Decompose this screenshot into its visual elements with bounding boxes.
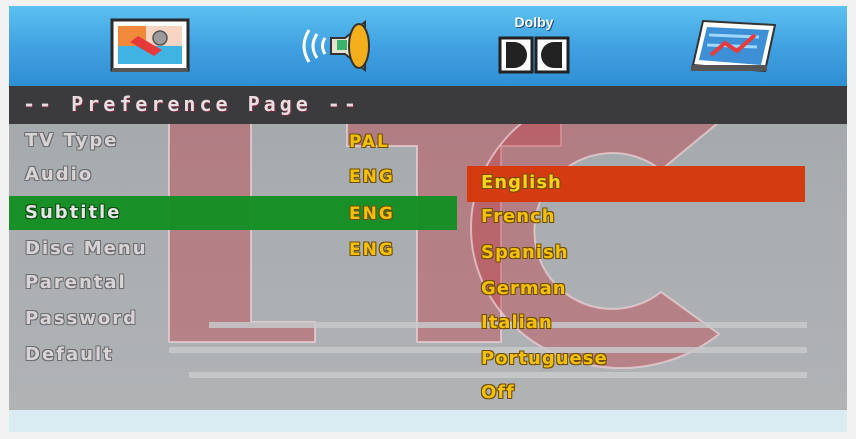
option-english[interactable]: English: [481, 172, 562, 193]
dolby-label: Dolby: [514, 14, 554, 30]
subtitle-value: ENG: [349, 204, 395, 224]
option-off[interactable]: Off: [481, 382, 515, 403]
option-french[interactable]: French: [481, 206, 556, 227]
watermark-logo: [168, 87, 721, 369]
audio-value: ENG: [349, 167, 395, 187]
page-title-bar: -- Preference Page --: [9, 86, 847, 124]
dvd-setup-screen: Dolby -- Preference Page -- TV Type Audi…: [9, 6, 847, 432]
option-german[interactable]: German: [481, 278, 567, 299]
bottom-bar: [9, 410, 847, 432]
tv-wrench-icon[interactable]: [105, 14, 195, 78]
menu-item-parental[interactable]: Parental: [25, 272, 127, 293]
dolby-icon[interactable]: Dolby: [489, 14, 579, 78]
menu-item-audio[interactable]: Audio: [25, 164, 93, 185]
menu-item-default[interactable]: Default: [25, 344, 114, 365]
setup-tab-bar: Dolby: [9, 6, 847, 86]
page-title: -- Preference Page --: [23, 92, 360, 116]
menu-item-password[interactable]: Password: [25, 308, 138, 329]
divider-stripe: [189, 372, 807, 378]
menu-item-subtitle[interactable]: Subtitle: [25, 202, 121, 223]
menu-item-disc-menu[interactable]: Disc Menu: [25, 238, 148, 259]
menu-item-tv-type[interactable]: TV Type: [25, 130, 118, 151]
preference-chart-icon[interactable]: [689, 14, 779, 78]
option-italian[interactable]: Italian: [481, 312, 553, 333]
option-spanish[interactable]: Spanish: [481, 242, 569, 263]
option-portuguese[interactable]: Portuguese: [481, 348, 608, 369]
speaker-icon[interactable]: [295, 14, 385, 78]
tv-type-value: PAL: [349, 132, 390, 152]
disc-menu-value: ENG: [349, 240, 395, 260]
